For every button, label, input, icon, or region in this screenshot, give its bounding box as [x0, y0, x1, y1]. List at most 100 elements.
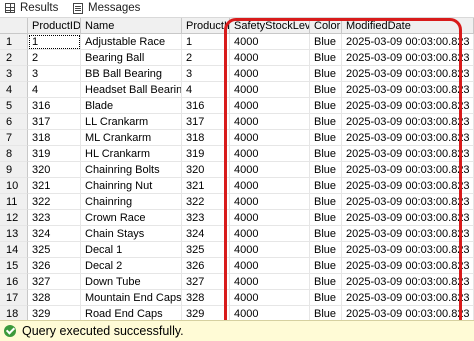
safetystocklevel-cell[interactable]: 4000	[230, 210, 310, 226]
name-cell[interactable]: Mountain End Caps	[81, 290, 182, 306]
productid-cell[interactable]: 317	[28, 114, 81, 130]
productid-cell[interactable]: 1	[28, 34, 81, 50]
row-number[interactable]: 17	[0, 290, 28, 306]
safetystocklevel-cell[interactable]: 4000	[230, 114, 310, 130]
row-number[interactable]: 4	[0, 82, 28, 98]
table-row[interactable]: 1 1 Adjustable Race 1 4000 Blue 2025-03-09 00:…	[0, 34, 474, 50]
productid-2-cell[interactable]: 4	[182, 82, 230, 98]
productid-2-cell[interactable]: 322	[182, 194, 230, 210]
modifieddate-cell[interactable]: 2025-03-09 00:03:00.823	[342, 194, 474, 210]
table-row[interactable]: 18 329 Road End Caps 329 4000 Blue 2025-03-09 …	[0, 306, 474, 320]
productid-2-cell[interactable]: 323	[182, 210, 230, 226]
row-number[interactable]: 11	[0, 194, 28, 210]
modifieddate-cell[interactable]: 2025-03-09 00:03:00.823	[342, 82, 474, 98]
safetystocklevel-cell[interactable]: 4000	[230, 306, 310, 320]
color-cell[interactable]: Blue	[310, 178, 342, 194]
row-number[interactable]: 7	[0, 130, 28, 146]
productid-2-cell[interactable]: 320	[182, 162, 230, 178]
safetystocklevel-cell[interactable]: 4000	[230, 34, 310, 50]
color-cell[interactable]: Blue	[310, 226, 342, 242]
modifieddate-cell[interactable]: 2025-03-09 00:03:00.823	[342, 306, 474, 320]
productid-2-cell[interactable]: 3	[182, 66, 230, 82]
productid-cell[interactable]: 321	[28, 178, 81, 194]
safetystocklevel-cell[interactable]: 4000	[230, 130, 310, 146]
safetystocklevel-cell[interactable]: 4000	[230, 194, 310, 210]
productid-2-cell[interactable]: 324	[182, 226, 230, 242]
productid-cell[interactable]: 322	[28, 194, 81, 210]
table-row[interactable]: 12 323 Crown Race 323 4000 Blue 2025-03-09 00:…	[0, 210, 474, 226]
column-header-corner[interactable]	[0, 18, 28, 34]
table-row[interactable]: 16 327 Down Tube 327 4000 Blue 2025-03-09 00:0…	[0, 274, 474, 290]
productid-cell[interactable]: 329	[28, 306, 81, 320]
productid-cell[interactable]: 325	[28, 242, 81, 258]
safetystocklevel-cell[interactable]: 4000	[230, 146, 310, 162]
table-row[interactable]: 7 318 ML Crankarm 318 4000 Blue 2025-03-09 00:…	[0, 130, 474, 146]
color-cell[interactable]: Blue	[310, 50, 342, 66]
productid-cell[interactable]: 328	[28, 290, 81, 306]
name-cell[interactable]: LL Crankarm	[81, 114, 182, 130]
table-row[interactable]: 6 317 LL Crankarm 317 4000 Blue 2025-03-09 00:…	[0, 114, 474, 130]
color-cell[interactable]: Blue	[310, 66, 342, 82]
productid-2-cell[interactable]: 326	[182, 258, 230, 274]
modifieddate-cell[interactable]: 2025-03-09 00:03:00.823	[342, 114, 474, 130]
name-cell[interactable]: HL Crankarm	[81, 146, 182, 162]
productid-cell[interactable]: 2	[28, 50, 81, 66]
safetystocklevel-cell[interactable]: 4000	[230, 290, 310, 306]
modifieddate-cell[interactable]: 2025-03-09 00:03:00.823	[342, 242, 474, 258]
name-cell[interactable]: Down Tube	[81, 274, 182, 290]
safetystocklevel-cell[interactable]: 4000	[230, 162, 310, 178]
productid-2-cell[interactable]: 317	[182, 114, 230, 130]
table-row[interactable]: 2 2 Bearing Ball 2 4000 Blue 2025-03-09 00:03:…	[0, 50, 474, 66]
productid-2-cell[interactable]: 318	[182, 130, 230, 146]
safetystocklevel-cell[interactable]: 4000	[230, 82, 310, 98]
productid-2-cell[interactable]: 319	[182, 146, 230, 162]
modifieddate-cell[interactable]: 2025-03-09 00:03:00.823	[342, 178, 474, 194]
safetystocklevel-cell[interactable]: 4000	[230, 66, 310, 82]
row-number[interactable]: 16	[0, 274, 28, 290]
modifieddate-cell[interactable]: 2025-03-09 00:03:00.823	[342, 162, 474, 178]
productid-2-cell[interactable]: 325	[182, 242, 230, 258]
row-number[interactable]: 15	[0, 258, 28, 274]
name-cell[interactable]: BB Ball Bearing	[81, 66, 182, 82]
color-cell[interactable]: Blue	[310, 242, 342, 258]
column-header-safetystocklevel[interactable]: SafetyStockLevel	[230, 18, 310, 34]
productid-2-cell[interactable]: 321	[182, 178, 230, 194]
table-row[interactable]: 14 325 Decal 1 325 4000 Blue 2025-03-09 00:03:…	[0, 242, 474, 258]
table-row[interactable]: 13 324 Chain Stays 324 4000 Blue 2025-03-09 00…	[0, 226, 474, 242]
color-cell[interactable]: Blue	[310, 98, 342, 114]
color-cell[interactable]: Blue	[310, 130, 342, 146]
row-number[interactable]: 12	[0, 210, 28, 226]
productid-2-cell[interactable]: 329	[182, 306, 230, 320]
safetystocklevel-cell[interactable]: 4000	[230, 226, 310, 242]
color-cell[interactable]: Blue	[310, 114, 342, 130]
table-row[interactable]: 17 328 Mountain End Caps 328 4000 Blue 2025-03…	[0, 290, 474, 306]
table-row[interactable]: 44Headset Ball Bearings44000Blue2025-03-…	[0, 82, 474, 98]
modifieddate-cell[interactable]: 2025-03-09 00:03:00.823	[342, 226, 474, 242]
row-number[interactable]: 18	[0, 306, 28, 320]
row-number[interactable]: 2	[0, 50, 28, 66]
modifieddate-cell[interactable]: 2025-03-09 00:03:00.823	[342, 34, 474, 50]
safetystocklevel-cell[interactable]: 4000	[230, 242, 310, 258]
row-number[interactable]: 8	[0, 146, 28, 162]
tab-results[interactable]: Results	[0, 0, 68, 17]
color-cell[interactable]: Blue	[310, 306, 342, 320]
modifieddate-cell[interactable]: 2025-03-09 00:03:00.823	[342, 290, 474, 306]
color-cell[interactable]: Blue	[310, 34, 342, 50]
productid-cell[interactable]: 4	[28, 82, 81, 98]
row-number[interactable]: 9	[0, 162, 28, 178]
column-header-name[interactable]: Name	[81, 18, 182, 34]
table-row[interactable]: 3 3 BB Ball Bearing 3 4000 Blue 2025-03-09 00:…	[0, 66, 474, 82]
modifieddate-cell[interactable]: 2025-03-09 00:03:00.823	[342, 274, 474, 290]
color-cell[interactable]: Blue	[310, 274, 342, 290]
color-cell[interactable]: Blue	[310, 162, 342, 178]
name-cell[interactable]: Chain Stays	[81, 226, 182, 242]
name-cell[interactable]: Chainring	[81, 194, 182, 210]
name-cell[interactable]: Chainring Bolts	[81, 162, 182, 178]
table-row[interactable]: 15 326 Decal 2 326 4000 Blue 2025-03-09 00:03:…	[0, 258, 474, 274]
productid-2-cell[interactable]: 328	[182, 290, 230, 306]
column-header-productid[interactable]: ProductID	[28, 18, 81, 34]
productid-2-cell[interactable]: 316	[182, 98, 230, 114]
color-cell[interactable]: Blue	[310, 258, 342, 274]
row-number[interactable]: 1	[0, 34, 28, 50]
row-number[interactable]: 3	[0, 66, 28, 82]
